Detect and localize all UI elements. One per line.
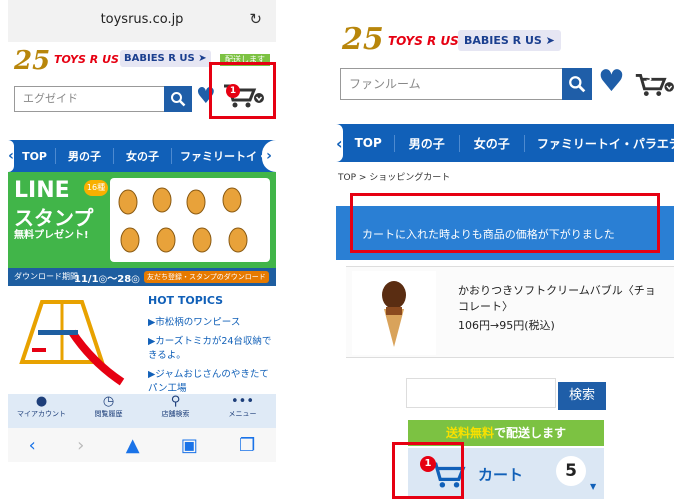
search-button[interactable] bbox=[164, 86, 192, 112]
hot-topic-link[interactable]: ▶カーズトミカが24台収納できるよ。 bbox=[148, 335, 272, 363]
search-input[interactable]: ファンルーム bbox=[340, 68, 564, 100]
category-nav: ‹ TOP 男の子 女の子 ファミリートイ・パラエティ bbox=[336, 124, 674, 162]
url-text: toysrus.co.jp bbox=[100, 12, 184, 27]
babiesrus-logo[interactable]: BABIES R US ➤ bbox=[120, 50, 211, 67]
playground-image[interactable] bbox=[12, 292, 132, 392]
bookmarks-icon[interactable]: ▣ bbox=[181, 435, 198, 456]
search-field[interactable] bbox=[406, 378, 556, 408]
highlight-box bbox=[350, 193, 660, 253]
back-icon[interactable]: ‹ bbox=[29, 435, 36, 456]
dropdown-arrow-icon[interactable]: ▼ bbox=[590, 482, 596, 491]
product-price: 106円→95円(税込) bbox=[458, 319, 555, 332]
free-shipping-text: で配送します bbox=[494, 426, 567, 440]
soft-cream-illustration bbox=[382, 281, 406, 347]
search-input[interactable]: エグゼイド bbox=[14, 86, 166, 112]
anniversary-logo: 25 bbox=[14, 46, 50, 76]
banner-badge: 16種 bbox=[84, 180, 108, 196]
hot-topics-title: HOT TOPICS bbox=[148, 294, 224, 307]
bottom-nav-menu[interactable]: ••• メニュー bbox=[209, 394, 276, 428]
bottom-nav-account[interactable]: ● マイアカウント bbox=[8, 394, 75, 428]
banner-period: 11/1◎～28◎ bbox=[74, 274, 140, 285]
nav-item-top[interactable]: TOP bbox=[343, 136, 394, 150]
nav-item-top[interactable]: TOP bbox=[14, 150, 55, 163]
giraffe-stamps-illustration bbox=[118, 187, 248, 253]
bottom-nav-label: メニュー bbox=[228, 410, 257, 418]
line-stamp-banner[interactable]: LINE スタンプ 無料プレゼント! 16種 ダウンロード期間 11/1◎～28… bbox=[8, 172, 276, 286]
browser-url-bar[interactable]: toysrus.co.jp ↻ bbox=[8, 0, 276, 42]
babiesrus-logo[interactable]: BABIES R US ➤ bbox=[458, 30, 561, 51]
arrow-circle-icon: ➤ bbox=[545, 34, 555, 47]
cart-quantity: 5 bbox=[556, 456, 586, 486]
banner-period-label: ダウンロード期間 bbox=[14, 272, 78, 281]
forward-icon[interactable]: › bbox=[77, 435, 84, 456]
right-zoomed-screen: 25 TOYS R US BABIES R US ➤ ファンルーム ♥ 3 ‹ … bbox=[336, 0, 674, 499]
hot-topic-link[interactable]: ▶市松柄のワンピース bbox=[148, 316, 272, 330]
cart-icon bbox=[635, 74, 674, 96]
banner-title-free: 無料プレゼント! bbox=[14, 230, 89, 241]
search-icon bbox=[171, 92, 186, 107]
product-image[interactable] bbox=[352, 271, 436, 355]
nav-item-family[interactable]: ファミリートイ・ bbox=[171, 148, 276, 164]
babiesrus-logo-text: BABIES R US bbox=[464, 34, 542, 47]
stamp-images bbox=[110, 178, 270, 262]
search-icon bbox=[569, 76, 586, 93]
nav-item-boys[interactable]: 男の子 bbox=[55, 148, 113, 164]
bottom-nav: ● マイアカウント ◷ 閲覧履歴 ⚲ 店舗検索 ••• メニュー bbox=[8, 394, 276, 428]
banner-download-button[interactable]: 友だち登録・スタンプのダウンロード bbox=[144, 271, 269, 283]
hot-topics-list: ▶市松柄のワンピース ▶カーズトミカが24台収納できるよ。 ▶ジャムおじさんのや… bbox=[148, 316, 272, 396]
free-shipping-highlight: 送料無料 bbox=[445, 426, 494, 440]
heart-icon[interactable]: ♥ bbox=[598, 64, 625, 99]
more-icon: ••• bbox=[230, 394, 254, 409]
highlight-box bbox=[392, 442, 464, 499]
tabs-icon[interactable]: ❐ bbox=[239, 435, 255, 456]
chevron-left-icon[interactable]: ‹ bbox=[336, 124, 343, 162]
left-phone-screen: toysrus.co.jp ↻ 25 TOYS R US BABIES R US… bbox=[8, 0, 276, 462]
bottom-nav-label: 店舗検索 bbox=[161, 410, 190, 418]
hot-topic-link[interactable]: ▶ジャムおじさんのやきたてパン工場 bbox=[148, 368, 272, 396]
search-button[interactable] bbox=[562, 68, 592, 100]
bottom-nav-store[interactable]: ⚲ 店舗検索 bbox=[142, 394, 209, 428]
cart-product-row: かおりつきソフトクリームバブル〈チョコレート〉 106円→95円(税込) bbox=[346, 266, 674, 358]
search-submit-button[interactable]: 検索 bbox=[558, 382, 606, 410]
reload-icon[interactable]: ↻ bbox=[249, 10, 262, 28]
banner-footer: ダウンロード期間 11/1◎～28◎ 友だち登録・スタンプのダウンロード bbox=[8, 268, 276, 286]
nav-item-boys[interactable]: 男の子 bbox=[393, 134, 459, 152]
highlight-box bbox=[209, 62, 276, 119]
anniversary-logo-text: 25 bbox=[14, 46, 51, 76]
toysrus-logo[interactable]: TOYS R US bbox=[388, 34, 459, 48]
nav-item-family[interactable]: ファミリートイ・パラエティ bbox=[523, 134, 674, 152]
breadcrumb: TOP > ショッピングカート bbox=[338, 173, 451, 183]
banner-title-line: LINE bbox=[14, 178, 70, 203]
share-icon[interactable]: ▲ bbox=[126, 435, 140, 456]
babiesrus-logo-text: BABIES R US bbox=[124, 53, 195, 64]
anniversary-logo: 25 bbox=[342, 22, 384, 57]
nav-item-girls[interactable]: 女の子 bbox=[113, 148, 171, 164]
cart-label: カート bbox=[478, 466, 524, 484]
browser-toolbar: ‹ › ▲ ▣ ❐ bbox=[8, 428, 276, 462]
bottom-nav-label: 閲覧履歴 bbox=[94, 410, 123, 418]
category-nav: ‹ TOP 男の子 女の子 ファミリートイ・ › bbox=[8, 140, 276, 172]
product-name[interactable]: かおりつきソフトクリームバブル〈チョコレート〉 bbox=[458, 283, 664, 315]
arrow-circle-icon: ➤ bbox=[198, 53, 207, 64]
slide-swing-illustration bbox=[19, 300, 125, 386]
person-icon: ● bbox=[35, 394, 48, 409]
nav-item-girls[interactable]: 女の子 bbox=[458, 134, 524, 152]
bottom-nav-label: マイアカウント bbox=[17, 410, 66, 418]
cart-button[interactable] bbox=[632, 70, 674, 104]
clock-icon: ◷ bbox=[102, 394, 115, 409]
toysrus-logo[interactable]: TOYS R US bbox=[54, 53, 119, 66]
anniversary-logo-text: 25 bbox=[342, 22, 384, 57]
bottom-nav-history[interactable]: ◷ 閲覧履歴 bbox=[75, 394, 142, 428]
cart-count-small: 3 bbox=[646, 74, 653, 84]
chevron-right-icon[interactable]: › bbox=[262, 140, 276, 172]
pin-icon: ⚲ bbox=[170, 394, 181, 409]
